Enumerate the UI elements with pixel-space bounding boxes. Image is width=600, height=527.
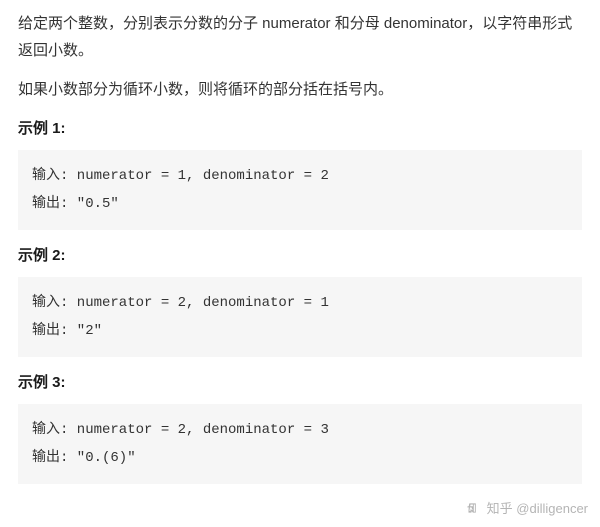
example-2-heading: 示例 2: <box>18 244 582 265</box>
zhihu-icon <box>465 501 487 516</box>
watermark-label: 知乎 @dilligencer <box>487 501 588 516</box>
example-2-output: 输出: "2" <box>32 317 568 345</box>
example-1-input: 输入: numerator = 1, denominator = 2 <box>32 162 568 190</box>
example-2-input: 输入: numerator = 2, denominator = 1 <box>32 289 568 317</box>
example-2-code: 输入: numerator = 2, denominator = 1输出: "2… <box>18 277 582 357</box>
problem-paragraph-1: 给定两个整数，分别表示分数的分子 numerator 和分母 denominat… <box>18 10 582 64</box>
example-3-heading: 示例 3: <box>18 371 582 392</box>
watermark: 知乎 @dilligencer <box>465 498 588 517</box>
example-1-output: 输出: "0.5" <box>32 190 568 218</box>
example-3-output: 输出: "0.(6)" <box>32 444 568 472</box>
example-1-heading: 示例 1: <box>18 117 582 138</box>
example-3-code: 输入: numerator = 2, denominator = 3输出: "0… <box>18 404 582 484</box>
problem-paragraph-2: 如果小数部分为循环小数，则将循环的部分括在括号内。 <box>18 76 582 103</box>
example-3-input: 输入: numerator = 2, denominator = 3 <box>32 416 568 444</box>
example-1-code: 输入: numerator = 1, denominator = 2输出: "0… <box>18 150 582 230</box>
